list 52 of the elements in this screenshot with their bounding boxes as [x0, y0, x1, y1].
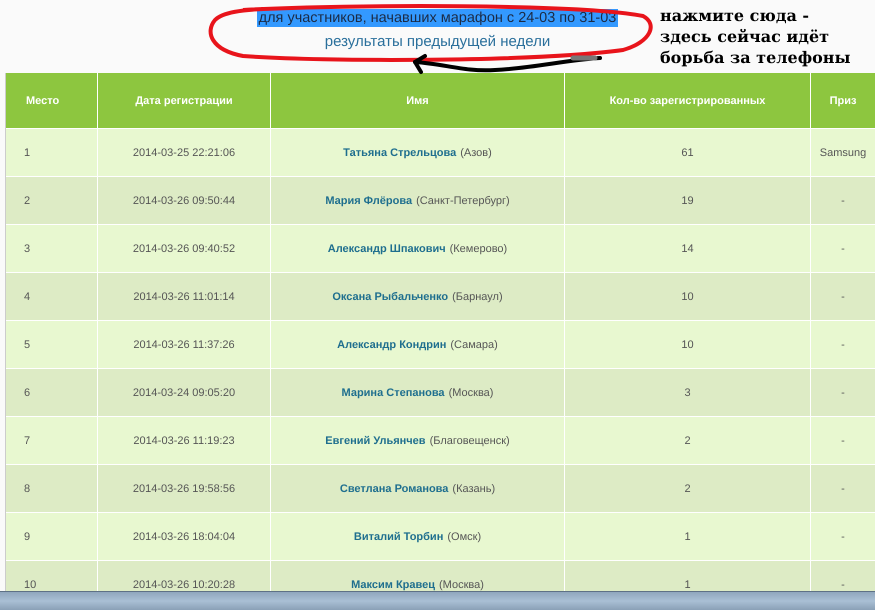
table-cell: 1 [565, 513, 810, 560]
column-header: Место [6, 73, 97, 128]
table-cell: Александр Шпакович (Кемерово) [271, 225, 564, 272]
table-cell: - [811, 465, 875, 512]
table-cell: 8 [6, 465, 97, 512]
table-cell: Оксана Рыбальченко (Барнаул) [271, 273, 564, 320]
previous-week-link[interactable]: результаты предыдущей недели [324, 33, 550, 50]
table-cell: 2014-03-25 22:21:06 [98, 129, 270, 176]
table-cell: - [811, 417, 875, 464]
table-cell: 2014-03-26 09:40:52 [98, 225, 270, 272]
table-cell: - [811, 321, 875, 368]
table-cell: Мария Флёрова (Санкт-Петербург) [271, 177, 564, 224]
column-header: Имя [271, 73, 564, 128]
table-cell: 1 [6, 129, 97, 176]
table-cell: 2014-03-26 11:37:26 [98, 321, 270, 368]
table-cell: 7 [6, 417, 97, 464]
table-cell: 10 [565, 273, 810, 320]
table-cell: - [811, 177, 875, 224]
table-cell: - [811, 273, 875, 320]
table-cell: Александр Кондрин (Самара) [271, 321, 564, 368]
table-cell: Samsung [811, 129, 875, 176]
table-cell: Светлана Романова (Казань) [271, 465, 564, 512]
handwritten-note: нажмите сюда - здесь сейчас идёт борьба за телефоны [660, 5, 851, 68]
table-cell: 2 [565, 465, 810, 512]
table-cell: Виталий Торбин (Омск) [271, 513, 564, 560]
column-header: Дата регистрации [98, 73, 270, 128]
table-cell: 6 [6, 369, 97, 416]
table-cell: - [811, 225, 875, 272]
table-cell: 2014-03-24 09:05:20 [98, 369, 270, 416]
table-cell: - [811, 513, 875, 560]
table-cell: 2014-03-26 09:50:44 [98, 177, 270, 224]
table-cell: 2014-03-26 18:04:04 [98, 513, 270, 560]
table-cell: 61 [565, 129, 810, 176]
table-cell: 3 [565, 369, 810, 416]
table-cell: 5 [6, 321, 97, 368]
table-cell: 10 [565, 321, 810, 368]
table-cell: 2014-03-26 11:19:23 [98, 417, 270, 464]
table-cell: 2 [565, 417, 810, 464]
table-cell: 4 [6, 273, 97, 320]
table-cell: Евгений Ульянчев (Благовещенск) [271, 417, 564, 464]
table-cell: 3 [6, 225, 97, 272]
table-cell: 2014-03-26 19:58:56 [98, 465, 270, 512]
table-cell: 2 [6, 177, 97, 224]
column-header: Кол-во зарегистрированных [565, 73, 810, 128]
table-cell: 2014-03-26 11:01:14 [98, 273, 270, 320]
table-cell: 9 [6, 513, 97, 560]
table-cell: 14 [565, 225, 810, 272]
table-cell: Татьяна Стрельцова (Азов) [271, 129, 564, 176]
table-cell: Марина Степанова (Москва) [271, 369, 564, 416]
table-cell: 19 [565, 177, 810, 224]
column-header: Приз [811, 73, 875, 128]
table-cell: - [811, 369, 875, 416]
